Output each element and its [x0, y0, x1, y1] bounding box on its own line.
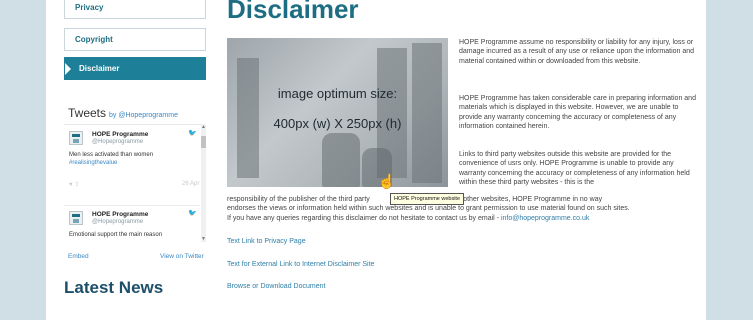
tweets-title: Tweets — [68, 106, 107, 120]
external-disclaimer-link[interactable]: Text for External Link to Internet Discl… — [227, 261, 374, 268]
twitter-bird-icon: 🐦 — [188, 130, 197, 137]
tweets-header: Tweets by @Hopeprogramme — [68, 106, 178, 120]
email-link[interactable]: info@hopeprogramme.co.uk — [501, 215, 589, 222]
disclaimer-paragraph-3: Links to third party websites outside th… — [459, 151, 690, 187]
tweet-date[interactable]: 26 Apr — [182, 181, 199, 187]
latest-news-heading: Latest News — [64, 278, 164, 297]
tweet-list-scrollbar[interactable]: ▲ ▼ — [201, 124, 206, 242]
sidebar-item-label: Privacy — [75, 3, 104, 12]
download-document-link[interactable]: Browse or Download Document — [227, 283, 325, 290]
page-title: Disclaimer — [227, 0, 359, 24]
embed-link[interactable]: Embed — [68, 253, 89, 260]
sidebar-item-label: Disclaimer — [79, 64, 120, 73]
image-overlay-size: 400px (w) X 250px (h) — [273, 116, 402, 131]
tweets-by-link[interactable]: by @Hopeprogramme — [109, 112, 178, 119]
tweet-author-handle[interactable]: @Hopeprogramme — [92, 139, 143, 145]
tweet-text: Emotional support the main reason — [69, 232, 163, 238]
disclaimer-paragraph-2: HOPE Programme has taken considerable ca… — [459, 95, 696, 131]
view-on-twitter-link[interactable]: View on Twitter — [160, 253, 204, 260]
link-tooltip: HOPE Programme website — [390, 193, 465, 205]
sidebar-item-label: Copyright — [75, 35, 113, 44]
disclaimer-paragraph-1: HOPE Programme assume no responsibility … — [459, 39, 695, 65]
privacy-page-link[interactable]: Text Link to Privacy Page — [227, 238, 306, 245]
page-container: Privacy Copyright Disclaimer Tweets by @H… — [46, 0, 706, 320]
sidebar-item-copyright[interactable]: Copyright — [64, 28, 206, 51]
tweet-actions[interactable]: ♥ ⇪ — [69, 181, 79, 188]
sidebar-item-privacy[interactable]: Privacy — [64, 0, 206, 19]
tweet-author-name[interactable]: HOPE Programme — [92, 131, 148, 138]
scroll-down-icon[interactable]: ▼ — [201, 236, 206, 242]
image-overlay-text: image optimum size: — [277, 86, 398, 101]
tweet-author-name[interactable]: HOPE Programme — [92, 211, 148, 218]
tweet-item[interactable]: HOPE Programme @Hopeprogramme 🐦 Men less… — [64, 125, 200, 206]
tweet-text: Men less activated than women #realisingt… — [69, 152, 154, 166]
tweet-author-handle[interactable]: @Hopeprogramme — [92, 219, 143, 225]
avatar[interactable] — [69, 211, 83, 225]
scroll-up-icon[interactable]: ▲ — [201, 124, 206, 130]
tweet-item[interactable]: HOPE Programme @Hopeprogramme 🐦 Emotiona… — [64, 205, 200, 247]
tweet-hashtag[interactable]: #realisingthevalue — [69, 160, 117, 166]
scrollbar-thumb[interactable] — [201, 136, 206, 148]
sidebar-item-disclaimer[interactable]: Disclaimer — [64, 57, 206, 80]
arrow-right-icon — [65, 63, 71, 75]
twitter-bird-icon: 🐦 — [188, 210, 197, 217]
hand-cursor-icon: ☝ — [378, 173, 396, 189]
avatar[interactable] — [69, 131, 83, 145]
tweet-list[interactable]: HOPE Programme @Hopeprogramme 🐦 Men less… — [64, 124, 206, 247]
placeholder-image: image optimum size: 400px (w) X 250px (h… — [227, 38, 448, 187]
